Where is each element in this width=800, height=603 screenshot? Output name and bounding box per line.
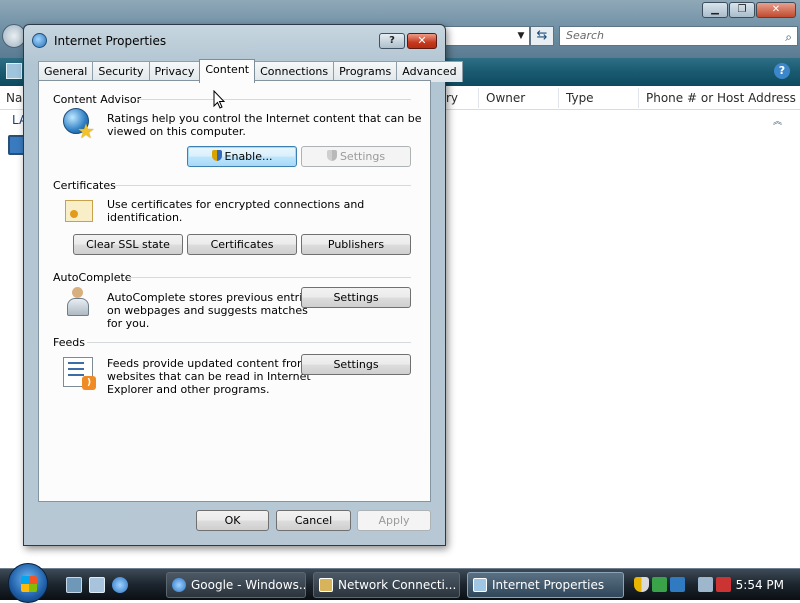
group-divider xyxy=(137,99,411,100)
content-advisor-description: viewed on this computer. xyxy=(107,125,246,138)
content-advisor-enable-button[interactable]: Enable... xyxy=(187,146,297,167)
taskbar-button-network-connections[interactable]: Network Connecti... xyxy=(313,572,460,598)
rss-icon: ) xyxy=(82,376,96,390)
windows-logo-icon xyxy=(21,576,37,592)
column-phone-host[interactable]: Phone # or Host Address xyxy=(646,91,796,105)
address-dropdown-icon[interactable]: ▼ xyxy=(512,26,530,46)
switch-windows-icon[interactable] xyxy=(89,577,105,593)
internet-options-icon xyxy=(473,578,487,592)
system-tray: 5:54 PM xyxy=(628,571,800,599)
tab-general[interactable]: General xyxy=(38,61,94,82)
certificates-description: Use certificates for encrypted connectio… xyxy=(107,198,365,224)
column-owner[interactable]: Owner xyxy=(486,91,525,105)
internet-properties-dialog: Internet Properties ? ✕ General Security… xyxy=(23,24,463,546)
column-type[interactable]: Type xyxy=(566,91,594,105)
network-icon[interactable] xyxy=(670,577,685,592)
enable-label: Enable... xyxy=(224,150,273,163)
search-icon[interactable]: ⌕ xyxy=(785,28,792,46)
refresh-icon[interactable]: ⇆ xyxy=(530,26,554,46)
autocomplete-description: on webpages and suggests matches xyxy=(107,304,308,317)
taskbar-button-label: Google - Windows... xyxy=(191,578,306,592)
collapse-chevron-icon[interactable]: ︽ xyxy=(773,114,782,127)
feeds-description: Feeds provide updated content from xyxy=(107,357,308,370)
minimize-button[interactable]: ▁ xyxy=(702,2,728,18)
internet-explorer-icon xyxy=(172,578,186,592)
explorer-window-controls: ▁ ❐ ✕ xyxy=(702,2,796,18)
internet-explorer-icon[interactable] xyxy=(112,577,128,593)
organize-icon[interactable] xyxy=(6,63,22,79)
group-divider xyxy=(128,277,411,278)
help-icon[interactable]: ? xyxy=(774,63,790,79)
tab-security[interactable]: Security xyxy=(92,61,150,82)
publishers-button[interactable]: Publishers xyxy=(301,234,411,255)
search-placeholder: Search xyxy=(566,29,605,42)
show-desktop-icon[interactable] xyxy=(66,577,82,593)
feeds-description: websites that can be read in Internet xyxy=(107,370,311,383)
dialog-title: Internet Properties xyxy=(54,34,167,48)
clock[interactable]: 5:54 PM xyxy=(736,578,784,592)
internet-options-icon xyxy=(32,33,47,48)
tab-connections[interactable]: Connections xyxy=(254,61,335,82)
maximize-button[interactable]: ❐ xyxy=(729,2,755,18)
content-advisor-settings-button[interactable]: Settings xyxy=(301,146,411,167)
taskbar: Google - Windows... Network Connecti... … xyxy=(0,563,800,603)
autocomplete-description: for you. xyxy=(107,317,150,330)
volume-mute-icon[interactable] xyxy=(716,577,731,592)
taskbar-button-label: Internet Properties xyxy=(492,578,605,592)
content-advisor-heading: Content Advisor xyxy=(53,93,142,106)
content-advisor-star-icon: ★ xyxy=(77,119,95,143)
uac-shield-icon xyxy=(326,150,337,161)
content-advisor-description: Ratings help you control the Internet co… xyxy=(107,112,422,125)
user-head xyxy=(72,287,83,298)
tab-advanced[interactable]: Advanced xyxy=(396,61,463,82)
uac-shield-icon xyxy=(211,150,222,161)
column-name[interactable]: Na xyxy=(6,91,22,105)
tab-privacy[interactable]: Privacy xyxy=(148,61,201,82)
autocomplete-user-icon xyxy=(65,287,91,317)
certificates-heading: Certificates xyxy=(53,179,116,192)
feeds-heading: Feeds xyxy=(53,336,85,349)
column-separator xyxy=(478,88,479,108)
ok-button[interactable]: OK xyxy=(196,510,269,531)
certificate-icon xyxy=(65,200,93,222)
column-category[interactable]: ry xyxy=(446,91,458,105)
settings-label: Settings xyxy=(339,150,386,163)
column-separator xyxy=(558,88,559,108)
cancel-button[interactable]: Cancel xyxy=(276,510,351,531)
taskbar-button-label: Network Connecti... xyxy=(338,578,457,592)
feeds-icon: ) xyxy=(63,357,96,390)
autocomplete-heading: AutoComplete xyxy=(53,271,132,284)
taskbar-button-google[interactable]: Google - Windows... xyxy=(166,572,306,598)
security-shield-icon[interactable] xyxy=(634,577,649,592)
user-body xyxy=(67,298,89,316)
feeds-settings-button[interactable]: Settings xyxy=(301,354,411,375)
autocomplete-settings-button[interactable]: Settings xyxy=(301,287,411,308)
clear-ssl-state-button[interactable]: Clear SSL state xyxy=(73,234,183,255)
autocomplete-description: AutoComplete stores previous entries xyxy=(107,291,315,304)
group-divider xyxy=(115,185,411,186)
dialog-titlebar[interactable]: Internet Properties ? ✕ xyxy=(24,25,445,55)
tab-content[interactable]: Content xyxy=(199,59,256,83)
mouse-pointer-icon xyxy=(213,89,227,110)
network-folder-icon xyxy=(319,578,333,592)
content-tab-panel: Content Advisor ★ Ratings help you contr… xyxy=(38,80,431,502)
tab-programs[interactable]: Programs xyxy=(333,61,398,82)
monitor-icon[interactable] xyxy=(698,577,713,592)
certificates-button[interactable]: Certificates xyxy=(187,234,297,255)
tab-strip: General Security Privacy Content Connect… xyxy=(38,59,463,83)
search-input[interactable]: Search ⌕ xyxy=(559,26,798,46)
dialog-help-button[interactable]: ? xyxy=(379,33,405,49)
start-button[interactable] xyxy=(8,563,48,603)
group-divider xyxy=(87,342,411,343)
column-separator xyxy=(638,88,639,108)
taskbar-button-internet-properties[interactable]: Internet Properties xyxy=(467,572,624,598)
check-icon[interactable] xyxy=(652,577,667,592)
explorer-close-button[interactable]: ✕ xyxy=(756,2,796,18)
dialog-close-button[interactable]: ✕ xyxy=(407,33,437,49)
feeds-description: Explorer and other programs. xyxy=(107,383,270,396)
apply-button[interactable]: Apply xyxy=(357,510,431,531)
